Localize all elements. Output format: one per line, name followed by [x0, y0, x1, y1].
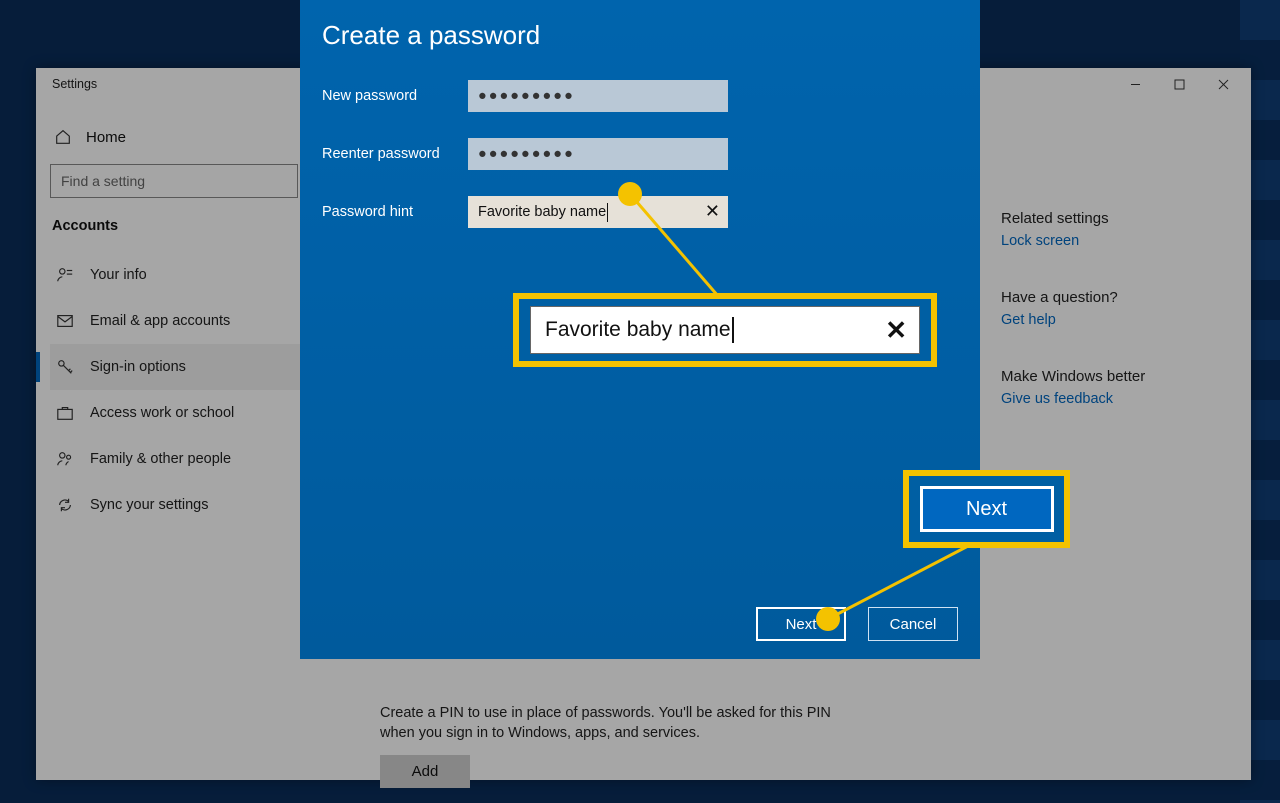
- sidebar-item-signin-options[interactable]: Sign-in options: [50, 344, 342, 390]
- people-icon: [56, 450, 74, 468]
- window-close-button[interactable]: [1201, 70, 1245, 98]
- reenter-password-label: Reenter password: [322, 146, 468, 162]
- close-icon: ✕: [885, 315, 907, 346]
- next-button[interactable]: Next: [756, 607, 846, 641]
- new-password-input[interactable]: ●●●●●●●●●: [468, 80, 728, 112]
- clear-icon[interactable]: ✕: [705, 202, 720, 220]
- home-label: Home: [86, 129, 126, 146]
- window-minimize-button[interactable]: [1113, 70, 1157, 98]
- sidebar-item-label: Email & app accounts: [90, 313, 230, 329]
- question-heading: Have a question?: [1001, 289, 1231, 306]
- sidebar-item-family-people[interactable]: Family & other people: [50, 436, 342, 482]
- home-icon: [54, 128, 72, 146]
- home-link[interactable]: Home: [54, 128, 342, 146]
- callout-hint-input: Favorite baby name ✕: [513, 293, 937, 367]
- sidebar-item-your-info[interactable]: Your info: [50, 252, 342, 298]
- callout-next-button: Next: [903, 470, 1070, 548]
- new-password-label: New password: [322, 88, 468, 104]
- lock-screen-link[interactable]: Lock screen: [1001, 233, 1231, 249]
- callout-hint-input-inner: Favorite baby name ✕: [530, 306, 920, 354]
- right-sidebar: Related settings Lock screen Have a ques…: [1001, 210, 1231, 447]
- cancel-button[interactable]: Cancel: [868, 607, 958, 641]
- sidebar-item-label: Family & other people: [90, 451, 231, 467]
- callout-next-label: Next: [966, 498, 1007, 521]
- related-settings-heading: Related settings: [1001, 210, 1231, 227]
- sidebar-item-label: Sync your settings: [90, 497, 208, 513]
- person-icon: [56, 266, 74, 284]
- search-input[interactable]: Find a setting: [50, 164, 298, 198]
- new-password-value: ●●●●●●●●●: [478, 88, 575, 104]
- better-heading: Make Windows better: [1001, 368, 1231, 385]
- mail-icon: [56, 312, 74, 330]
- sidebar-item-label: Access work or school: [90, 405, 234, 421]
- add-pin-button[interactable]: Add: [380, 755, 470, 788]
- key-icon: [56, 358, 74, 376]
- get-help-link[interactable]: Get help: [1001, 312, 1231, 328]
- callout-hint-value: Favorite baby name: [545, 318, 731, 342]
- sync-icon: [56, 496, 74, 514]
- sidebar-section-title: Accounts: [52, 218, 342, 234]
- dialog-title: Create a password: [322, 20, 960, 51]
- text-caret: [732, 317, 734, 343]
- sidebar-item-email-accounts[interactable]: Email & app accounts: [50, 298, 342, 344]
- reenter-password-value: ●●●●●●●●●: [478, 146, 575, 162]
- sidebar-item-label: Sign-in options: [90, 359, 186, 375]
- pin-description: Create a PIN to use in place of password…: [380, 704, 850, 743]
- briefcase-icon: [56, 404, 74, 422]
- password-hint-value: Favorite baby name: [478, 204, 606, 220]
- feedback-link[interactable]: Give us feedback: [1001, 391, 1231, 407]
- sidebar-item-sync-settings[interactable]: Sync your settings: [50, 482, 342, 528]
- sidebar-item-label: Your info: [90, 267, 147, 283]
- search-placeholder: Find a setting: [61, 173, 145, 189]
- sidebar-item-access-work-school[interactable]: Access work or school: [50, 390, 342, 436]
- reenter-password-input[interactable]: ●●●●●●●●●: [468, 138, 728, 170]
- password-hint-input[interactable]: Favorite baby name ✕: [468, 196, 728, 228]
- window-maximize-button[interactable]: [1157, 70, 1201, 98]
- password-hint-label: Password hint: [322, 204, 468, 220]
- text-caret: [607, 203, 608, 222]
- callout-next-button-inner: Next: [920, 486, 1054, 532]
- window-title: Settings: [52, 77, 97, 91]
- window-controls: [1113, 70, 1245, 98]
